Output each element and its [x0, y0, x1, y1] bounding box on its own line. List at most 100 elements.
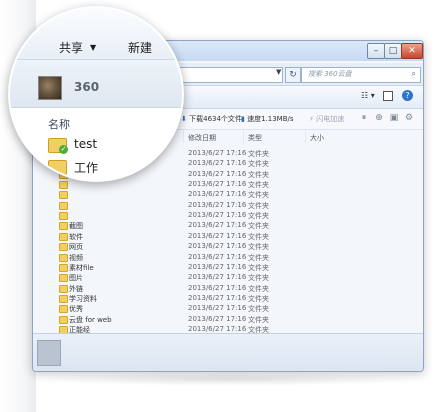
file-date: 2013/6/27 17:16 — [188, 314, 247, 323]
folder-icon — [59, 201, 68, 210]
file-date: 2013/6/27 17:16 — [188, 221, 247, 230]
file-date: 2013/6/27 17:16 — [188, 159, 247, 168]
address-dropdown-icon[interactable]: ▼ — [276, 68, 281, 76]
table-row[interactable]: 图片 2013/6/27 17:16 文件夹 — [33, 273, 423, 283]
file-date: 2013/6/27 17:16 — [188, 273, 247, 282]
header-divider — [183, 131, 184, 143]
settings-gear-icon[interactable]: ⚙ — [404, 113, 414, 123]
file-type: 文件夹 — [248, 305, 269, 314]
file-date: 2013/6/27 17:16 — [188, 180, 247, 189]
file-type: 文件夹 — [248, 201, 269, 210]
file-type: 文件夹 — [248, 253, 269, 262]
file-name: 截图 — [69, 222, 83, 231]
file-type: 文件夹 — [248, 232, 269, 241]
file-type: 文件夹 — [248, 181, 269, 190]
file-type: 文件夹 — [248, 222, 269, 231]
file-date: 2013/6/27 17:16 — [188, 262, 247, 271]
table-row[interactable]: 2013/6/27 17:16 文件夹 — [33, 190, 423, 200]
table-row[interactable]: 云盘 for web 2013/6/27 17:16 文件夹 — [33, 315, 423, 325]
column-header-type[interactable]: 类型 — [248, 133, 262, 143]
pause-icon[interactable]: ⏸ — [359, 113, 369, 123]
share-menu-button[interactable]: 共享 — [59, 39, 83, 56]
file-name: 软件 — [69, 232, 83, 241]
file-type: 文件夹 — [248, 315, 269, 324]
file-date: 2013/6/27 17:16 — [188, 242, 247, 251]
preview-pane-button[interactable] — [383, 91, 393, 101]
file-type: 文件夹 — [248, 294, 269, 303]
table-row[interactable]: 学习资料 2013/6/27 17:16 文件夹 — [33, 294, 423, 304]
speedup-button[interactable]: ⚡ 闪电加速 — [309, 114, 344, 124]
minimize-button[interactable]: – — [367, 43, 385, 59]
refresh-icon[interactable]: ↻ — [285, 67, 301, 83]
folder-icon — [59, 243, 68, 252]
file-name: 优秀 — [69, 305, 83, 314]
column-header-date[interactable]: 修改日期 — [188, 133, 216, 143]
add-icon[interactable]: ⊕ — [374, 113, 384, 123]
download-status-button[interactable]: ⬇ 下载4634个文件 — [181, 114, 242, 124]
file-type: 文件夹 — [248, 150, 269, 158]
magnified-item-test[interactable]: test — [74, 137, 97, 151]
speed-bars-icon: ▮ — [241, 115, 245, 123]
save-icon[interactable]: ▣ — [389, 113, 399, 123]
maximize-button[interactable]: □ — [384, 43, 402, 59]
folder-icon — [48, 160, 67, 175]
table-row[interactable]: 截图 2013/6/27 17:16 文件夹 — [33, 221, 423, 231]
speed-indicator: ▮ 速度1.13MB/s — [241, 114, 294, 124]
table-row[interactable]: 2013/6/27 17:16 文件夹 — [33, 211, 423, 221]
file-type: 文件夹 — [248, 274, 269, 283]
help-icon[interactable]: ? — [402, 90, 413, 101]
header-divider — [243, 131, 244, 143]
selection-thumbnail — [37, 340, 61, 366]
folder-icon — [59, 305, 68, 314]
file-date: 2013/6/27 17:16 — [188, 231, 247, 240]
download-label: 下载4634个文件 — [189, 115, 242, 123]
file-type: 文件夹 — [248, 170, 269, 179]
folder-icon — [59, 222, 68, 231]
lightning-icon: ⚡ — [309, 115, 314, 123]
folder-icon — [59, 274, 68, 283]
folder-icon — [59, 284, 68, 293]
file-type: 文件夹 — [248, 212, 269, 221]
file-name: 外链 — [69, 284, 83, 293]
file-date: 2013/6/27 17:16 — [188, 190, 247, 199]
folder-icon — [59, 263, 68, 272]
table-row[interactable]: 素材file 2013/6/27 17:16 文件夹 — [33, 263, 423, 273]
table-row[interactable]: 2013/6/27 17:16 文件夹 — [33, 201, 423, 211]
folder-icon — [59, 212, 68, 221]
details-pane — [33, 333, 423, 371]
file-date: 2013/6/27 17:16 — [188, 293, 247, 302]
table-row[interactable]: 外链 2013/6/27 17:16 文件夹 — [33, 284, 423, 294]
file-name: 学习资料 — [69, 294, 97, 303]
check-badge-icon: ✓ — [59, 145, 68, 154]
folder-icon — [59, 191, 68, 200]
file-date: 2013/6/27 17:16 — [188, 283, 247, 292]
file-type: 文件夹 — [248, 263, 269, 272]
table-row[interactable]: 软件 2013/6/27 17:16 文件夹 — [33, 232, 423, 242]
synced-folder-icon: ✓ — [48, 138, 68, 154]
file-type: 文件夹 — [248, 284, 269, 293]
file-name: 图片 — [69, 274, 83, 283]
search-input[interactable]: 搜索 360云盘 ⌕ — [301, 67, 421, 83]
table-row[interactable]: 网页 2013/6/27 17:16 文件夹 — [33, 242, 423, 252]
magnified-item-work[interactable]: 工作 — [74, 159, 98, 176]
new-menu-button[interactable]: 新建 — [128, 39, 152, 56]
chevron-down-icon[interactable]: ▼ — [90, 43, 96, 52]
folder-icon — [59, 315, 68, 324]
magnifier-callout: 共享 ▼ 新建 360 名称 ✓ test 工作 — [8, 6, 184, 182]
column-header-size[interactable]: 大小 — [310, 133, 324, 143]
file-name: 云盘 for web — [69, 315, 112, 324]
view-options-button[interactable]: ☷ ▾ — [361, 91, 375, 100]
file-date: 2013/6/27 17:16 — [188, 304, 247, 313]
search-icon[interactable]: ⌕ — [412, 69, 416, 79]
speed-label: 速度1.13MB/s — [247, 115, 294, 123]
file-date: 2013/6/27 17:16 — [188, 149, 247, 157]
table-row[interactable]: 优秀 2013/6/27 17:16 文件夹 — [33, 304, 423, 314]
column-header-name[interactable]: 名称 — [48, 116, 70, 132]
speedup-label: 闪电加速 — [316, 115, 345, 123]
search-placeholder: 搜索 360云盘 — [308, 70, 352, 78]
file-type: 文件夹 — [248, 160, 269, 169]
close-button[interactable]: ✕ — [401, 43, 423, 59]
file-type: 文件夹 — [248, 243, 269, 252]
table-row[interactable]: 视频 2013/6/27 17:16 文件夹 — [33, 253, 423, 263]
folder-icon — [59, 294, 68, 303]
